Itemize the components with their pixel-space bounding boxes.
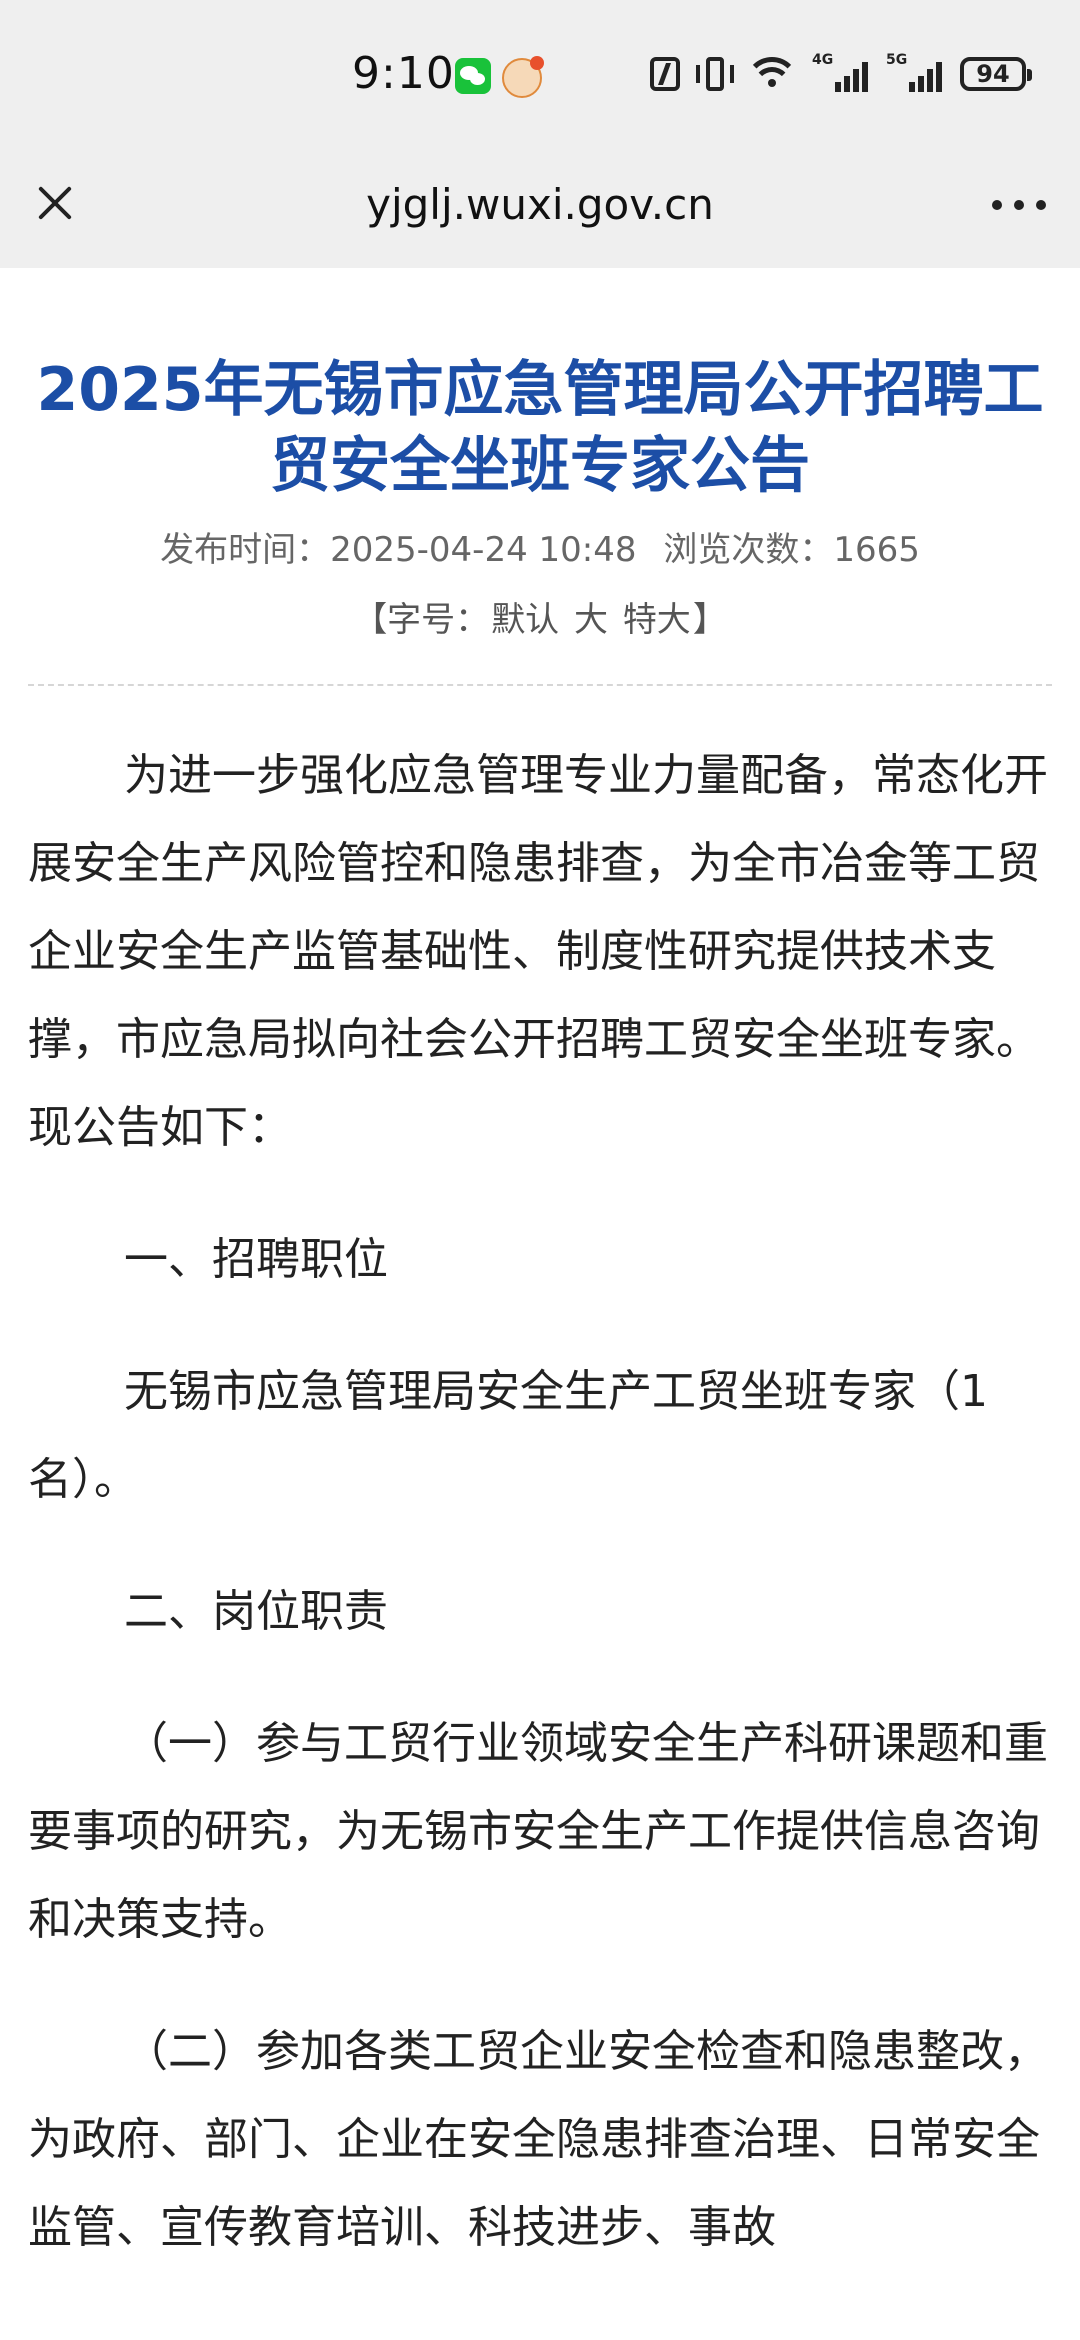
intro-paragraph: 为进一步强化应急管理专业力量配备，常态化开展安全生产风险管控和隐患排查，为全市冶… (28, 750, 1048, 1153)
section-heading-duties: 二、岗位职责 (124, 1586, 388, 1637)
more-icon[interactable] (992, 200, 1046, 212)
section-heading-positions: 一、招聘职位 (124, 1234, 388, 1285)
mascot-icon (502, 56, 544, 98)
status-icons: 4G 5G 94 (650, 52, 1032, 92)
vibrate-icon (696, 57, 734, 91)
font-size-xlarge-link[interactable]: 特大 (623, 600, 691, 640)
4g-signal-icon: 4G (812, 52, 868, 92)
wechat-icon (455, 58, 491, 94)
publish-label: 发布时间： (160, 530, 331, 570)
divider (28, 684, 1052, 686)
article-body: 为进一步强化应急管理专业力量配备，常态化开展安全生产风险管控和隐患排查，为全市冶… (28, 732, 1052, 2272)
5g-label: 5G (886, 52, 908, 68)
publish-time: 发布时间：2025-04-24 10:48 (160, 530, 636, 570)
font-size-default-link[interactable]: 默认 (491, 600, 559, 640)
views-value: 1665 (833, 530, 920, 570)
battery-icon: 94 (960, 57, 1032, 91)
battery-level: 94 (976, 60, 1010, 88)
position-paragraph: 无锡市应急管理局安全生产工贸坐班专家（1名）。 (28, 1366, 988, 1505)
publish-value: 2025-04-24 10:48 (330, 530, 637, 570)
page-title: 2025年无锡市应急管理局公开招聘工贸安全坐班专家公告 (36, 355, 1044, 501)
font-size-switcher: 【字号：默认 大 特大】 (0, 596, 1080, 644)
font-size-close: 】 (692, 600, 727, 640)
url-display[interactable]: yjglj.wuxi.gov.cn (0, 180, 1080, 229)
font-size-open: 【字号： (353, 600, 490, 640)
4g-label: 4G (812, 52, 834, 68)
nfc-icon (650, 57, 680, 91)
views-label: 浏览次数： (663, 530, 834, 570)
status-time: 9:10 (352, 48, 455, 99)
5g-signal-icon: 5G (886, 52, 942, 92)
font-size-large-link[interactable]: 大 (574, 600, 608, 640)
duty-paragraph-1: （一）参与工贸行业领域安全生产科研课题和重要事项的研究，为无锡市安全生产工作提供… (28, 1718, 1048, 1945)
article: 2025年无锡市应急管理局公开招聘工贸安全坐班专家公告 发布时间：2025-04… (0, 268, 1080, 2272)
browser-toolbar: yjglj.wuxi.gov.cn (0, 150, 1080, 268)
wifi-icon (750, 57, 794, 91)
browser-chrome: 9:10 4G 5G 94 yjglj.wuxi.gov.cn (0, 0, 1080, 268)
duty-paragraph-2: （二）参加各类工贸企业安全检查和隐患整改，为政府、部门、企业在安全隐患排查治理、… (28, 2026, 1048, 2253)
status-bar: 9:10 4G 5G 94 (0, 0, 1080, 150)
view-count: 浏览次数：1665 (663, 530, 920, 570)
article-meta: 发布时间：2025-04-24 10:48 浏览次数：1665 (0, 526, 1080, 574)
